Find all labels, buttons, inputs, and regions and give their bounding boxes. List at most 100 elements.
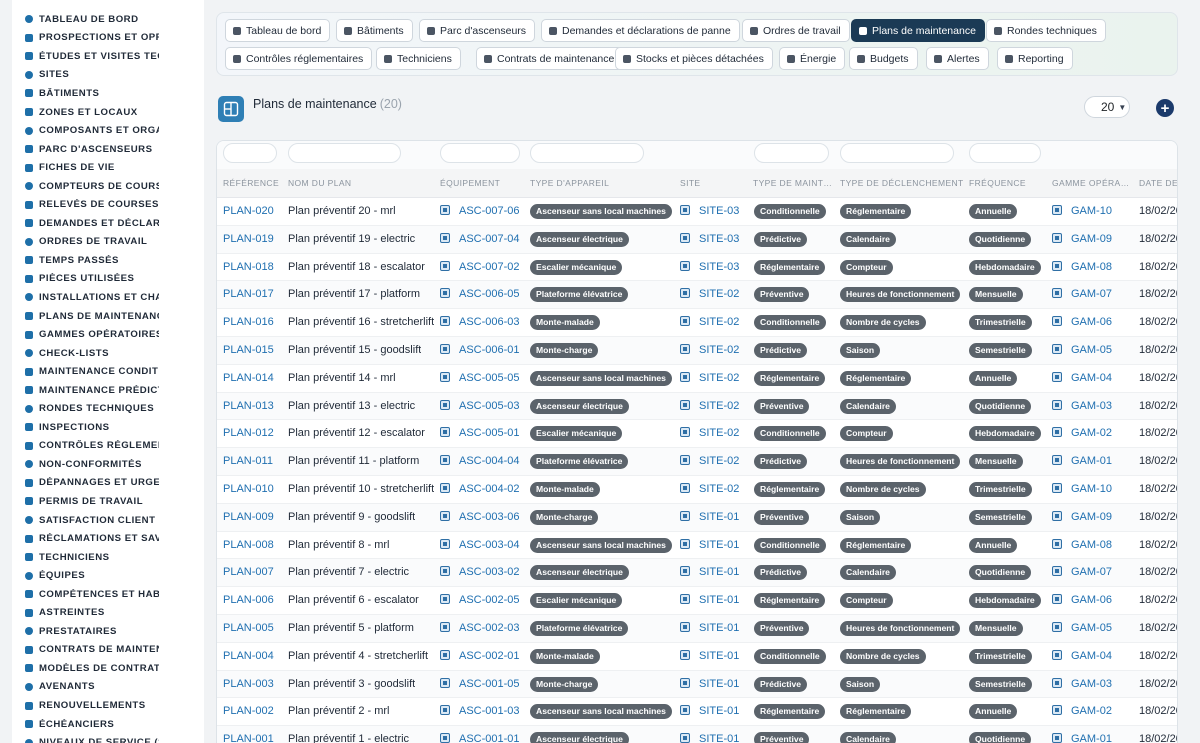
table-row[interactable]: PLAN-018 Plan préventif 18 - escalator ASC… <box>217 254 1177 282</box>
sidebar-item[interactable]: RENOUVELLEMENTS <box>12 696 204 715</box>
sidebar-item[interactable]: SITES <box>12 66 204 85</box>
sidebar-item[interactable]: NON-CONFORMITÉS <box>12 455 204 474</box>
equipment-link[interactable]: ASC-005-01 <box>440 427 520 439</box>
equipment-link[interactable]: ASC-007-04 <box>440 232 520 245</box>
site-link[interactable]: SITE-03 <box>680 205 739 217</box>
site-link[interactable]: SITE-01 <box>680 510 739 523</box>
gamme-link[interactable]: GAM-05 <box>1052 343 1112 356</box>
nav-button[interactable]: Stocks et pièces détachées <box>615 47 773 70</box>
site-link[interactable]: SITE-02 <box>680 399 739 412</box>
plan-reference-link[interactable]: PLAN-009 <box>223 511 274 523</box>
equipment-link[interactable]: ASC-003-02 <box>440 566 520 578</box>
gamme-link[interactable]: GAM-09 <box>1052 232 1112 245</box>
gamme-link[interactable]: GAM-08 <box>1052 260 1112 273</box>
table-row[interactable]: PLAN-011 Plan préventif 11 - platform ASC-… <box>217 448 1177 476</box>
table-row[interactable]: PLAN-008 Plan préventif 8 - mrl ASC-003-04… <box>217 532 1177 560</box>
sidebar-item[interactable]: AVENANTS <box>12 678 204 697</box>
column-filter-input[interactable] <box>530 143 644 163</box>
site-link[interactable]: SITE-02 <box>680 455 739 467</box>
table-row[interactable]: PLAN-012 Plan préventif 12 - escalator ASC… <box>217 420 1177 449</box>
sidebar-item[interactable]: ASTREINTES <box>12 604 204 623</box>
gamme-link[interactable]: GAM-07 <box>1052 288 1112 300</box>
site-link[interactable]: SITE-02 <box>680 343 739 356</box>
column-header[interactable]: DATE DE <box>1139 178 1177 188</box>
plan-reference-link[interactable]: PLAN-002 <box>223 705 274 717</box>
plan-reference-link[interactable]: PLAN-016 <box>223 316 274 328</box>
site-link[interactable]: SITE-02 <box>680 371 739 384</box>
sidebar-item[interactable]: TECHNICIENS <box>12 548 204 567</box>
site-link[interactable]: SITE-02 <box>680 482 739 495</box>
plan-reference-link[interactable]: PLAN-019 <box>223 233 274 245</box>
site-link[interactable]: SITE-01 <box>680 538 739 551</box>
equipment-link[interactable]: ASC-003-04 <box>440 538 520 551</box>
site-link[interactable]: SITE-02 <box>680 288 739 300</box>
sidebar-item[interactable]: BÂTIMENTS <box>12 84 204 103</box>
site-link[interactable]: SITE-01 <box>680 705 739 717</box>
site-link[interactable]: SITE-01 <box>680 733 739 743</box>
sidebar-item[interactable]: MODÈLES DE CONTRATS <box>12 659 204 678</box>
sidebar-item[interactable]: RELEVÉS DE COURSES <box>12 195 204 214</box>
gamme-link[interactable]: GAM-08 <box>1052 538 1112 551</box>
equipment-link[interactable]: ASC-007-02 <box>440 260 520 273</box>
sidebar-item[interactable]: MAINTENANCE PRÉDICTIVE <box>12 381 204 400</box>
column-header[interactable]: FRÉQUENCE <box>969 178 1026 188</box>
sidebar-item[interactable]: NIVEAUX DE SERVICE (SLA) <box>12 733 204 743</box>
equipment-link[interactable]: ASC-002-01 <box>440 649 520 662</box>
equipment-link[interactable]: ASC-005-05 <box>440 371 520 384</box>
column-header[interactable]: RÉFÉRENCE <box>223 178 279 188</box>
equipment-link[interactable]: ASC-001-03 <box>440 705 520 717</box>
gamme-link[interactable]: GAM-02 <box>1052 705 1112 717</box>
equipment-link[interactable]: ASC-002-05 <box>440 594 520 606</box>
sidebar-item[interactable]: ÉTUDES ET VISITES TECHNIQUES <box>12 47 204 66</box>
sidebar-item[interactable]: GAMMES OPÉRATOIRES <box>12 325 204 344</box>
site-link[interactable]: SITE-02 <box>680 427 739 439</box>
per-page-select[interactable]: 20 ▼ <box>1084 96 1130 118</box>
sidebar-item[interactable]: INSTALLATIONS ET CHANTIERS <box>12 288 204 307</box>
nav-button[interactable]: Bâtiments <box>336 19 413 42</box>
equipment-link[interactable]: ASC-004-04 <box>440 455 520 467</box>
sidebar-item[interactable]: SATISFACTION CLIENT <box>12 511 204 530</box>
plan-reference-link[interactable]: PLAN-008 <box>223 539 274 551</box>
sidebar-item[interactable]: PRESTATAIRES <box>12 622 204 641</box>
sidebar-item[interactable]: RÉCLAMATIONS ET SAV <box>12 529 204 548</box>
table-row[interactable]: PLAN-003 Plan préventif 3 - goodslift ASC-… <box>217 670 1177 699</box>
table-row[interactable]: PLAN-019 Plan préventif 19 - electric ASC-… <box>217 225 1177 254</box>
site-link[interactable]: SITE-01 <box>680 621 739 634</box>
nav-button[interactable]: Contrats de maintenance <box>476 47 624 70</box>
gamme-link[interactable]: GAM-01 <box>1052 733 1112 743</box>
plan-reference-link[interactable]: PLAN-014 <box>223 372 274 384</box>
plan-reference-link[interactable]: PLAN-011 <box>223 455 273 467</box>
column-header[interactable]: GAMME OPÉRA… <box>1052 178 1132 188</box>
site-link[interactable]: SITE-03 <box>680 232 739 245</box>
sidebar-item[interactable]: ÉQUIPES <box>12 566 204 585</box>
nav-button[interactable]: Alertes <box>926 47 989 70</box>
gamme-link[interactable]: GAM-04 <box>1052 649 1112 662</box>
nav-button[interactable]: Énergie <box>779 47 846 70</box>
column-filter-input[interactable] <box>840 143 954 163</box>
plan-reference-link[interactable]: PLAN-005 <box>223 622 274 634</box>
table-row[interactable]: PLAN-004 Plan préventif 4 - stretcherlift… <box>217 643 1177 671</box>
column-header[interactable]: ÉQUIPEMENT <box>440 178 500 188</box>
sidebar-item[interactable]: COMPOSANTS ET ORGANES <box>12 121 204 140</box>
gamme-link[interactable]: GAM-07 <box>1052 566 1112 578</box>
sidebar-item[interactable]: CONTRATS DE MAINTENANCE <box>12 641 204 660</box>
nav-button[interactable]: Reporting <box>997 47 1073 70</box>
sidebar-item[interactable]: PERMIS DE TRAVAIL <box>12 492 204 511</box>
table-row[interactable]: PLAN-013 Plan préventif 13 - electric ASC-… <box>217 392 1177 421</box>
sidebar-item[interactable]: CHECK-LISTS <box>12 344 204 363</box>
site-link[interactable]: SITE-01 <box>680 594 739 606</box>
table-row[interactable]: PLAN-009 Plan préventif 9 - goodslift ASC-… <box>217 503 1177 532</box>
equipment-link[interactable]: ASC-002-03 <box>440 621 520 634</box>
plan-reference-link[interactable]: PLAN-010 <box>223 483 274 495</box>
site-link[interactable]: SITE-01 <box>680 566 739 578</box>
plan-reference-link[interactable]: PLAN-006 <box>223 594 274 606</box>
sidebar-item[interactable]: TEMPS PASSÉS <box>12 251 204 270</box>
equipment-link[interactable]: ASC-006-03 <box>440 316 520 328</box>
table-row[interactable]: PLAN-010 Plan préventif 10 - stretcherlif… <box>217 476 1177 504</box>
sidebar-item[interactable]: INSPECTIONS <box>12 418 204 437</box>
equipment-link[interactable]: ASC-006-01 <box>440 343 520 356</box>
column-filter-input[interactable] <box>440 143 520 163</box>
nav-button[interactable]: Tableau de bord <box>225 19 331 42</box>
sidebar-item[interactable]: ORDRES DE TRAVAIL <box>12 233 204 252</box>
gamme-link[interactable]: GAM-10 <box>1052 482 1112 495</box>
